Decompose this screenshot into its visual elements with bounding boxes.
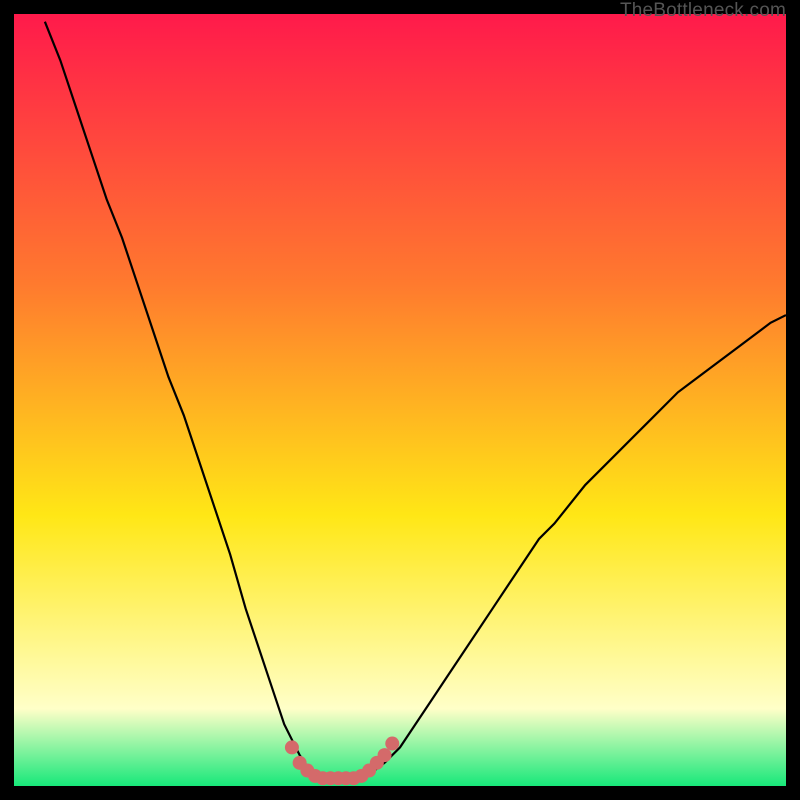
- trough-marker: [378, 748, 392, 762]
- watermark-text: TheBottleneck.com: [620, 0, 786, 22]
- chart-frame: [14, 14, 786, 786]
- trough-marker: [385, 737, 399, 751]
- trough-marker: [285, 740, 299, 754]
- bottleneck-chart: [14, 14, 786, 786]
